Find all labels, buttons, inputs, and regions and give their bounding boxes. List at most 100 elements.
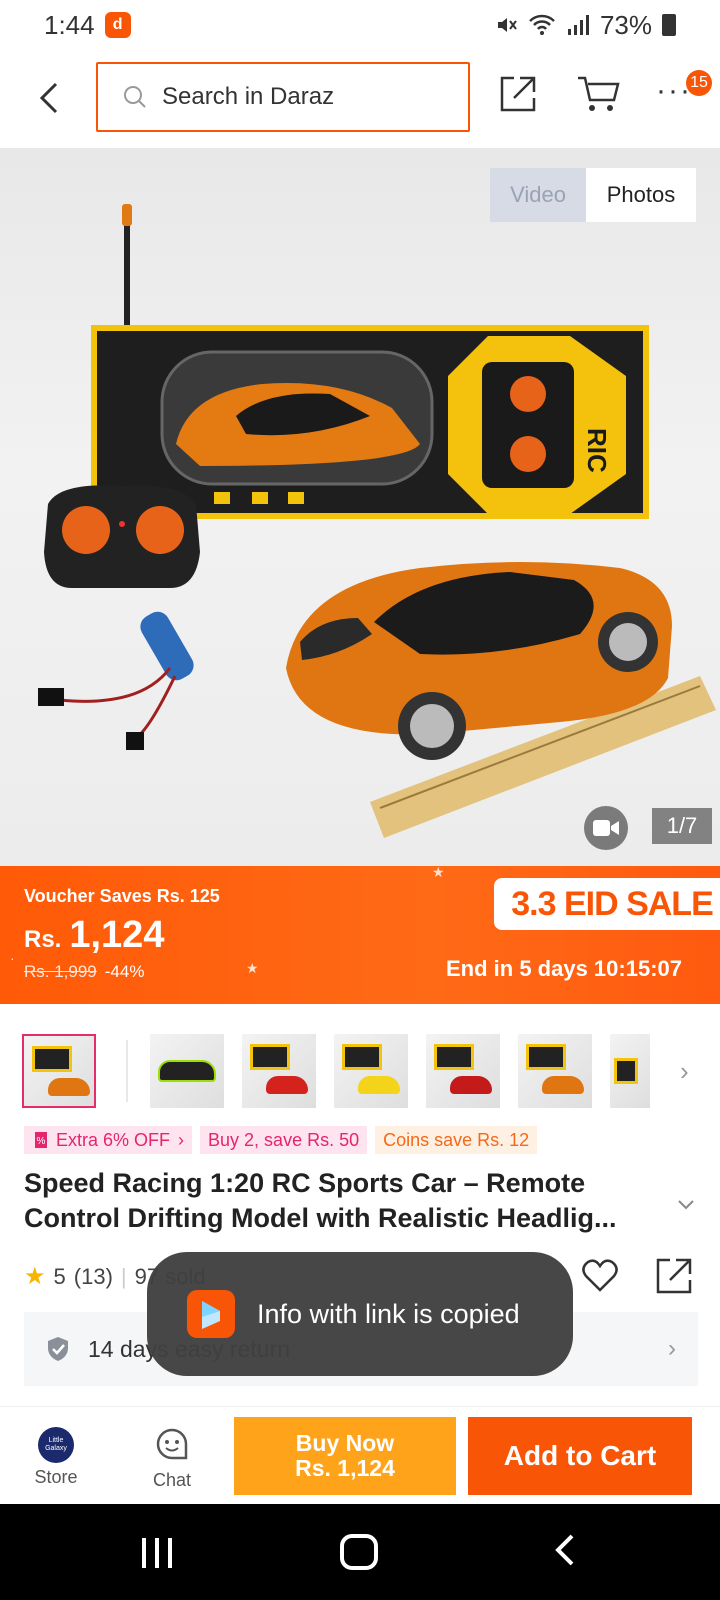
share-icon[interactable] bbox=[498, 74, 538, 114]
rating-value: 5 bbox=[53, 1263, 66, 1289]
tag-label: Coins save Rs. 12 bbox=[383, 1129, 530, 1150]
divider: | bbox=[120, 1263, 127, 1289]
tag-label: Buy 2, save Rs. 50 bbox=[208, 1129, 360, 1150]
thumbnail-graphic bbox=[526, 1044, 566, 1070]
back-arrow-icon[interactable] bbox=[34, 78, 64, 118]
voucher-savings: Voucher Saves Rs. 125 bbox=[24, 886, 220, 906]
review-count: (13) bbox=[73, 1263, 113, 1289]
battery-icon bbox=[662, 14, 676, 36]
store-button[interactable]: Little Galaxy Store bbox=[18, 1427, 94, 1488]
thumbnail-graphic bbox=[434, 1044, 474, 1070]
original-price: Rs. 1,999 bbox=[24, 962, 97, 981]
video-play-button[interactable] bbox=[584, 806, 628, 850]
thumbnail-graphic bbox=[266, 1076, 308, 1094]
shield-check-icon bbox=[48, 1337, 68, 1361]
tag-label: Extra 6% OFF bbox=[56, 1129, 171, 1150]
buy-now-price: Rs. 1,124 bbox=[295, 1455, 395, 1481]
tag-extra-off[interactable]: % Extra 6% OFF › bbox=[24, 1126, 193, 1154]
tab-photos[interactable]: Photos bbox=[586, 168, 696, 222]
thumbnail-graphic bbox=[48, 1078, 90, 1096]
original-price-row: Rs. 1,999 -44% bbox=[24, 962, 144, 982]
toast-notification: Info with link is copied bbox=[147, 1252, 573, 1376]
action-bar: Little Galaxy Store Chat Buy Now Rs. 1,1… bbox=[0, 1406, 720, 1504]
system-nav-bar bbox=[0, 1504, 720, 1600]
discount-percent: -44% bbox=[104, 962, 145, 981]
chat-button[interactable]: Chat bbox=[134, 1427, 210, 1491]
thumbnail[interactable] bbox=[242, 1034, 316, 1108]
thumbnail-graphic bbox=[358, 1076, 400, 1094]
thumbnail-divider bbox=[126, 1040, 128, 1102]
sale-badge: 3.3 EID SALE bbox=[494, 878, 720, 930]
heart-icon[interactable] bbox=[580, 1256, 620, 1296]
toast-message: Info with link is copied bbox=[257, 1298, 520, 1329]
status-right: 73% bbox=[494, 10, 676, 41]
svg-text:%: % bbox=[37, 1136, 46, 1147]
sparkle-icon: ★ bbox=[432, 866, 445, 880]
chevron-right-icon: › bbox=[668, 1335, 676, 1362]
promo-tags: % Extra 6% OFF › Buy 2, save Rs. 50 Coin… bbox=[24, 1126, 538, 1154]
image-counter: 1/7 bbox=[652, 808, 712, 844]
star-icon: ★ bbox=[24, 1263, 46, 1290]
tag-coins[interactable]: Coins save Rs. 12 bbox=[375, 1126, 538, 1154]
buy-now-button[interactable]: Buy Now Rs. 1,124 bbox=[234, 1417, 456, 1495]
thumbnail[interactable] bbox=[518, 1034, 592, 1108]
status-left: 1:44 d bbox=[44, 10, 131, 41]
promo-banner: ★ ★ · Voucher Saves Rs. 125 Rs. 1,124 Rs… bbox=[0, 866, 720, 1004]
thumbnail-graphic bbox=[32, 1046, 72, 1072]
product-photo-illustration: RIC bbox=[38, 204, 716, 838]
thumbnail[interactable] bbox=[22, 1034, 96, 1108]
daraz-logo-icon bbox=[187, 1290, 235, 1338]
add-to-cart-button[interactable]: Add to Cart bbox=[468, 1417, 692, 1495]
chevron-right-icon: › bbox=[178, 1129, 185, 1150]
notification-badge: 15 bbox=[686, 70, 712, 96]
mute-icon bbox=[497, 18, 517, 32]
coupon-icon: % bbox=[35, 1132, 47, 1148]
chevron-right-icon[interactable]: › bbox=[680, 1056, 689, 1087]
thumbnail-graphic bbox=[342, 1044, 382, 1070]
thumbnail-graphic bbox=[250, 1044, 290, 1070]
sparkle-icon: · bbox=[10, 950, 15, 966]
search-placeholder: Search in Daraz bbox=[162, 83, 335, 110]
media-toggle: Video Photos bbox=[490, 168, 696, 222]
recent-apps-icon[interactable] bbox=[142, 1538, 176, 1568]
thumbnail-graphic bbox=[542, 1076, 584, 1094]
wifi-icon bbox=[529, 14, 555, 35]
thumbnail-strip: › bbox=[0, 1034, 720, 1116]
header: Search in Daraz ··· 15 bbox=[0, 58, 720, 142]
daraz-app-icon: d bbox=[104, 12, 131, 38]
thumbnail[interactable] bbox=[150, 1034, 224, 1108]
search-input[interactable]: Search in Daraz bbox=[96, 62, 470, 132]
search-icon bbox=[124, 86, 146, 108]
thumbnail-graphic bbox=[614, 1058, 638, 1084]
chat-icon bbox=[156, 1428, 188, 1460]
current-price: Rs. 1,124 bbox=[24, 914, 164, 957]
chevron-down-icon[interactable] bbox=[676, 1198, 696, 1212]
thumbnail-graphic bbox=[158, 1060, 216, 1082]
thumbnail[interactable] bbox=[426, 1034, 500, 1108]
store-label: Store bbox=[34, 1467, 78, 1487]
status-bar: 1:44 d 73% bbox=[0, 0, 720, 50]
product-image[interactable]: RIC Video Photos 1/7 bbox=[0, 148, 720, 866]
price-amount: 1,124 bbox=[69, 914, 165, 956]
product-title[interactable]: Speed Racing 1:20 RC Sports Car – Remote… bbox=[24, 1166, 664, 1236]
battery-percent: 73% bbox=[599, 9, 652, 40]
status-time: 1:44 bbox=[44, 9, 95, 40]
price-currency: Rs. bbox=[24, 926, 62, 953]
back-nav-icon[interactable] bbox=[550, 1530, 580, 1570]
buy-now-label: Buy Now bbox=[295, 1430, 395, 1456]
video-camera-icon bbox=[593, 820, 619, 836]
tag-buy-two[interactable]: Buy 2, save Rs. 50 bbox=[200, 1126, 368, 1154]
thumbnail-graphic bbox=[450, 1076, 492, 1094]
store-logo-icon: Little Galaxy bbox=[38, 1427, 74, 1463]
share-icon[interactable] bbox=[654, 1256, 694, 1296]
sparkle-icon: ★ bbox=[246, 960, 259, 976]
signal-icon bbox=[567, 15, 589, 35]
svg-text:RIC: RIC bbox=[582, 428, 612, 473]
thumbnail[interactable] bbox=[610, 1034, 650, 1108]
tab-video[interactable]: Video bbox=[490, 168, 586, 222]
sale-countdown: End in 5 days 10:15:07 bbox=[446, 956, 682, 981]
thumbnail[interactable] bbox=[334, 1034, 408, 1108]
cart-icon[interactable] bbox=[576, 74, 620, 114]
chat-label: Chat bbox=[152, 1470, 192, 1490]
home-icon[interactable] bbox=[340, 1534, 378, 1570]
